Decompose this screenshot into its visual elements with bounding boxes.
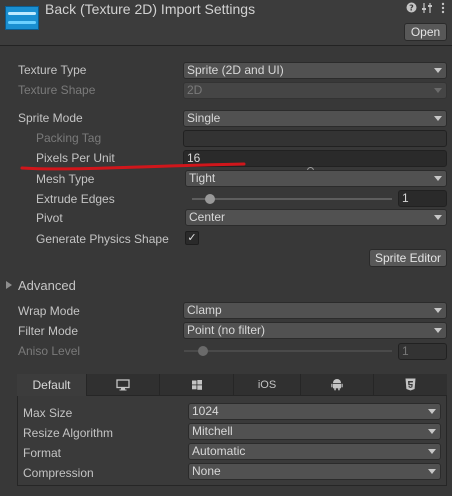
format-dropdown[interactable]: Automatic xyxy=(188,443,441,460)
aniso-level-field: 1 xyxy=(398,343,447,360)
chevron-down-icon xyxy=(434,88,442,93)
chevron-down-icon xyxy=(434,328,442,333)
tab-default[interactable]: Default xyxy=(17,374,87,396)
format-value: Automatic xyxy=(192,444,246,458)
tab-webgl[interactable] xyxy=(374,374,447,396)
aniso-level-slider-knob xyxy=(197,346,208,356)
chevron-down-icon xyxy=(428,429,436,434)
pivot-label: Pivot xyxy=(36,211,63,225)
filter-mode-dropdown[interactable]: Point (no filter) xyxy=(183,322,447,339)
compression-dropdown[interactable]: None xyxy=(188,463,441,480)
chevron-down-icon xyxy=(434,176,442,181)
monitor-icon xyxy=(116,379,130,391)
extrude-edges-slider-knob[interactable] xyxy=(205,194,215,204)
tab-android[interactable] xyxy=(301,374,374,396)
texture-type-dropdown[interactable]: Sprite (2D and UI) xyxy=(183,62,447,79)
max-size-label: Max Size xyxy=(23,406,73,420)
chevron-down-icon xyxy=(434,116,442,121)
inspector-title: Back (Texture 2D) Import Settings xyxy=(45,1,256,17)
extrude-edges-field[interactable]: 1 xyxy=(398,190,447,207)
texture-type-value: Sprite (2D and UI) xyxy=(187,63,284,77)
texture-shape-value: 2D xyxy=(187,83,203,97)
tab-ios[interactable]: iOS xyxy=(234,374,301,396)
preset-icon[interactable] xyxy=(421,2,433,17)
filter-mode-value: Point (no filter) xyxy=(187,323,266,337)
pivot-value: Center xyxy=(189,210,226,224)
texture-shape-label: Texture Shape xyxy=(18,83,96,97)
resize-algorithm-label: Resize Algorithm xyxy=(23,426,114,440)
aniso-level-slider-track xyxy=(184,350,392,352)
open-button[interactable]: Open xyxy=(404,23,447,41)
mesh-type-value: Tight xyxy=(189,171,216,185)
sprite-editor-button[interactable]: Sprite Editor xyxy=(369,249,447,267)
foldout-triangle-icon[interactable] xyxy=(6,281,12,289)
max-size-dropdown[interactable]: 1024 xyxy=(188,403,441,420)
chevron-down-icon xyxy=(434,215,442,220)
svg-text:?: ? xyxy=(409,4,414,13)
sprite-mode-dropdown[interactable]: Single xyxy=(183,110,447,127)
mesh-type-dropdown[interactable]: Tight xyxy=(185,170,447,187)
wrap-mode-label: Wrap Mode xyxy=(18,304,80,318)
texture-shape-dropdown: 2D xyxy=(183,82,447,99)
chevron-down-icon xyxy=(434,308,442,313)
texture-type-label: Texture Type xyxy=(18,63,87,77)
mesh-type-label: Mesh Type xyxy=(36,172,95,186)
pivot-dropdown[interactable]: Center xyxy=(185,209,447,226)
sprite-mode-label: Sprite Mode xyxy=(18,111,83,125)
resize-algorithm-dropdown[interactable]: Mitchell xyxy=(188,423,441,440)
chevron-down-icon xyxy=(434,68,442,73)
chevron-down-icon xyxy=(428,449,436,454)
html5-icon xyxy=(405,378,416,391)
chevron-down-icon xyxy=(428,469,436,474)
generate-physics-shape-label: Generate Physics Shape xyxy=(36,232,169,246)
extrude-edges-label: Extrude Edges xyxy=(36,192,115,206)
tab-standalone[interactable] xyxy=(87,374,160,396)
generate-physics-shape-checkbox[interactable]: ✓ xyxy=(185,231,199,245)
aniso-level-label: Aniso Level xyxy=(18,344,81,358)
filter-mode-label: Filter Mode xyxy=(18,324,79,338)
compression-value: None xyxy=(192,464,221,478)
wrap-mode-dropdown[interactable]: Clamp xyxy=(183,302,447,319)
help-icon[interactable]: ? xyxy=(405,2,417,16)
extrude-edges-slider-track[interactable] xyxy=(192,198,392,200)
tab-windows-store[interactable] xyxy=(160,374,234,396)
texture-asset-icon xyxy=(5,6,39,30)
android-icon xyxy=(331,379,343,391)
packing-tag-field[interactable] xyxy=(183,130,447,147)
format-label: Format xyxy=(23,446,62,460)
sprite-mode-value: Single xyxy=(187,111,221,125)
wrap-mode-value: Clamp xyxy=(187,303,222,317)
compression-label: Compression xyxy=(23,466,94,480)
chevron-down-icon xyxy=(428,409,436,414)
kebab-menu-icon[interactable] xyxy=(437,2,449,17)
packing-tag-label: Packing Tag xyxy=(36,131,102,145)
resize-algorithm-value: Mitchell xyxy=(192,424,233,438)
advanced-foldout-label[interactable]: Advanced xyxy=(18,278,76,293)
max-size-value: 1024 xyxy=(192,404,219,418)
windows-icon xyxy=(191,380,202,390)
